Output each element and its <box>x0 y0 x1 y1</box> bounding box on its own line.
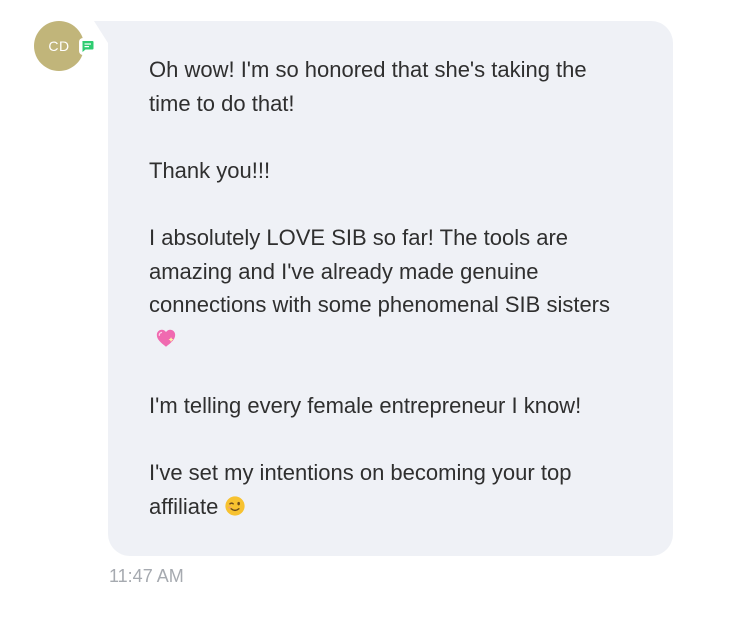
avatar[interactable]: CD <box>34 21 84 71</box>
winking-face-emoji <box>225 496 245 516</box>
message-paragraph: I'm telling every female entrepreneur I … <box>149 392 582 418</box>
message-paragraph-text: I absolutely LOVE SIB so far! The tools … <box>149 224 611 318</box>
sparkling-heart-emoji <box>156 329 176 347</box>
chat-message-row: CD Oh wow! I'm so honored that she's tak… <box>0 0 730 622</box>
chat-bubble-icon <box>82 41 94 52</box>
message-timestamp: 11:47 AM <box>109 566 184 586</box>
message-paragraph: I've set my intentions on becoming your … <box>149 456 633 523</box>
avatar-initials: CD <box>48 38 70 54</box>
message-paragraph: I absolutely LOVE SIB so far! The tools … <box>149 221 633 355</box>
message-bubble[interactable]: Oh wow! I'm so honored that she's taking… <box>108 21 673 556</box>
message-paragraph: Oh wow! I'm so honored that she's taking… <box>149 57 593 116</box>
bubble-tail <box>94 21 108 43</box>
message-paragraph-text: I've set my intentions on becoming your … <box>149 460 578 519</box>
message-paragraph: Thank you!!! <box>149 157 271 183</box>
